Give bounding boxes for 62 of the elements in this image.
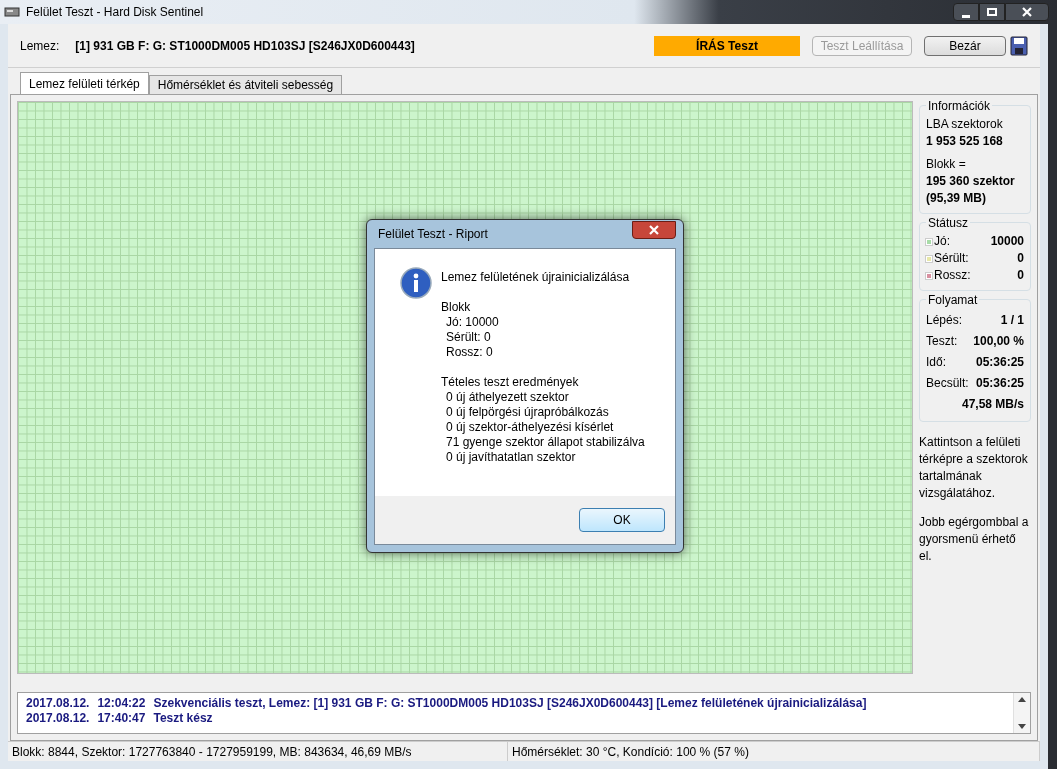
tab[interactable]: Hőmérséklet és átviteli sebesség [148, 75, 343, 94]
section-title: Blokk [441, 300, 472, 315]
progress-value: 1 / 1 [1000, 312, 1024, 329]
progress-label: Becsült: [926, 375, 969, 392]
report-line: 71 gyenge szektor állapot stabilizálva [445, 435, 645, 450]
ok-button[interactable]: OK [579, 508, 665, 532]
progress-label: Lépés: [926, 312, 963, 329]
progress-value: 05:36:25 [975, 375, 1024, 392]
window-title: Felület Teszt - Hard Disk Sentinel [26, 4, 204, 21]
report-line: 0 új javíthatatlan szektor [445, 450, 577, 465]
maximize-button[interactable] [979, 3, 1005, 21]
status-label: Rossz: [934, 267, 971, 284]
status-value: 0 [1017, 250, 1024, 267]
progress-label: Teszt: [926, 333, 958, 350]
info-text: LBA szektorok [926, 116, 1004, 133]
report-line: Jó: 10000 [445, 315, 500, 330]
report-line: 0 új szektor-áthelyezési kísérlet [445, 420, 615, 435]
progress-label: Idő: [926, 354, 946, 371]
close-icon [649, 225, 659, 235]
help-text: Jobb egérgombbal a gyorsmenü érhető el. [919, 514, 1030, 565]
close-icon [1022, 7, 1032, 17]
speed-value: 47,58 MB/s [961, 396, 1024, 413]
status-value: 10000 [990, 233, 1024, 250]
help-text: Kattintson a felületi térképre a szektorok tartalmának vizsgálatához. [919, 434, 1029, 502]
disk-label: Lemez: [20, 37, 60, 55]
status-bar-text: Hőmérséklet: 30 °C, Kondíció: 100 % (57 %) [508, 742, 1040, 761]
status-bar-text: Blokk: 8844, Szektor: 1727763840 - 1727959199, MB: 843634, 46,69 MB/s [8, 742, 508, 761]
mode-badge: ÍRÁS Teszt [654, 35, 800, 56]
scroll-up-icon[interactable] [1018, 697, 1026, 702]
log-date: 2017.08.12. [26, 711, 90, 726]
log-message: Szekvenciális teszt, Lemez: [1] 931 GB F: G: ST1000DM005 HD103SJ [S246JX0D600443] [Lemez felületének újrainicializálása] [153, 696, 867, 711]
log-date: 2017.08.12. [26, 696, 90, 711]
progress-value: 05:36:25 [975, 354, 1024, 371]
save-icon[interactable] [1010, 35, 1028, 56]
section-title: Tételes teszt eredmények [441, 375, 580, 390]
dialog-title: Felület Teszt - Riport [378, 226, 488, 243]
info-icon [400, 267, 432, 299]
info-text: 195 360 szektor [926, 173, 1016, 190]
log-message: Teszt kész [153, 711, 213, 726]
tab[interactable]: Lemez felületi térkép [20, 72, 149, 94]
report-line: 0 új áthelyezett szektor [445, 390, 570, 405]
info-text: 1 953 525 168 [926, 133, 1004, 150]
close-button[interactable] [632, 221, 676, 239]
dialog-heading: Lemez felületének újrainicializálása [441, 270, 631, 285]
scroll-down-icon[interactable] [1018, 724, 1026, 729]
log-time: 12:04:22 [97, 696, 146, 711]
status-label: Jó: [934, 233, 950, 250]
report-line: 0 új felpörgési újrapróbálkozás [445, 405, 610, 420]
report-line: Sérült: 0 [445, 330, 492, 345]
info-text: Blokk = [926, 156, 967, 173]
report-line: Rossz: 0 [445, 345, 494, 360]
minimize-button[interactable] [953, 3, 979, 21]
scrollbar[interactable] [1013, 693, 1030, 733]
info-text: (95,39 MB) [926, 190, 988, 207]
status-label: Sérült: [934, 250, 969, 267]
status-value: 0 [1017, 267, 1024, 284]
disk-value: [1] 931 GB F: G: ST1000DM005 HD103SJ [S246JX0D600443] [75, 37, 415, 55]
progress-value: 100,00 % [973, 333, 1024, 350]
close-dialog-button[interactable]: Bezár [924, 35, 1006, 56]
group-title: Folyamat [926, 292, 980, 308]
log-time: 17:40:47 [97, 711, 146, 726]
close-button[interactable] [1005, 3, 1049, 21]
